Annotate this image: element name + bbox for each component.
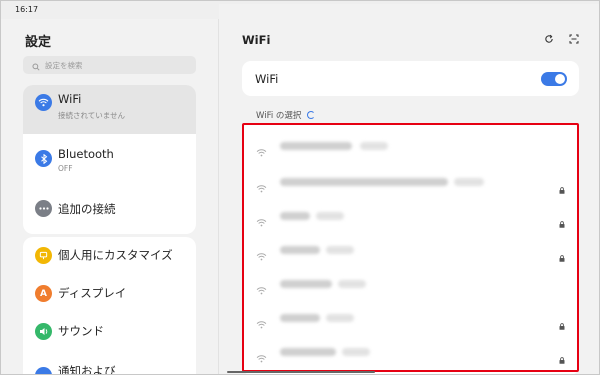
status-bar: 16:17 ••• 89 (1, 1, 599, 361)
personalization-card: 個人用にカスタマイズ A ディスプレイ サウンド 通知および (23, 237, 196, 375)
sidebar-item-label: Bluetooth (58, 147, 114, 161)
wifi-pane-title: WiFi (242, 33, 271, 47)
status-time: 16:17 (15, 5, 39, 14)
network-section-header: WiFi の選択 (256, 109, 316, 121)
loading-spinner-icon (307, 111, 316, 119)
wifi-icon (35, 94, 52, 111)
bluetooth-icon (35, 150, 52, 167)
sidebar-item-sound[interactable]: サウンド (23, 315, 196, 353)
search-input[interactable]: 設定を検索 (23, 56, 196, 74)
sidebar-item-display[interactable]: A ディスプレイ (23, 276, 196, 314)
sidebar-item-label: 追加の接続 (58, 202, 116, 216)
wifi-toggle-row[interactable]: WiFi (242, 61, 579, 96)
sidebar-item-label: 個人用にカスタマイズ (58, 248, 173, 262)
settings-sidebar: 設定 設定を検索 WiFi 接続されていません Bluetooth OFF 追加… (1, 19, 218, 375)
sidebar-item-label: サウンド (58, 324, 104, 338)
search-placeholder: 設定を検索 (45, 60, 83, 70)
page-title: 設定 (25, 35, 52, 50)
wifi-toggle-label: WiFi (255, 72, 279, 86)
screen: 16:17 ••• 89 設定 設定を検索 WiFi 接続されていません (0, 0, 600, 375)
sidebar-item-label: 通知および (58, 364, 116, 375)
highlight-box (242, 123, 579, 372)
sidebar-item-more-connections[interactable]: 追加の接続 (23, 189, 196, 229)
sidebar-item-sub: 接続されていません (58, 111, 126, 120)
connections-card: WiFi 接続されていません Bluetooth OFF 追加の接続 (23, 85, 196, 234)
sidebar-item-notifications[interactable]: 通知および (23, 355, 196, 375)
search-icon (32, 56, 40, 75)
sidebar-item-wifi[interactable]: WiFi 接続されていません (23, 85, 196, 134)
wifi-toggle[interactable] (541, 72, 567, 86)
sidebar-item-bluetooth[interactable]: Bluetooth OFF (23, 139, 196, 185)
more-dots-icon (35, 200, 52, 217)
section-label: WiFi の選択 (256, 111, 302, 121)
sidebar-item-customize[interactable]: 個人用にカスタマイズ (23, 237, 196, 275)
palette-icon (35, 247, 52, 264)
refresh-icon[interactable] (542, 32, 556, 46)
scan-qr-icon[interactable] (567, 32, 581, 46)
display-icon: A (35, 285, 52, 302)
notification-icon (35, 367, 52, 374)
sound-icon (35, 323, 52, 340)
sidebar-item-sub: OFF (58, 164, 73, 173)
sidebar-item-label: WiFi (58, 92, 82, 106)
sidebar-item-label: ディスプレイ (58, 286, 127, 300)
home-indicator (227, 371, 375, 373)
